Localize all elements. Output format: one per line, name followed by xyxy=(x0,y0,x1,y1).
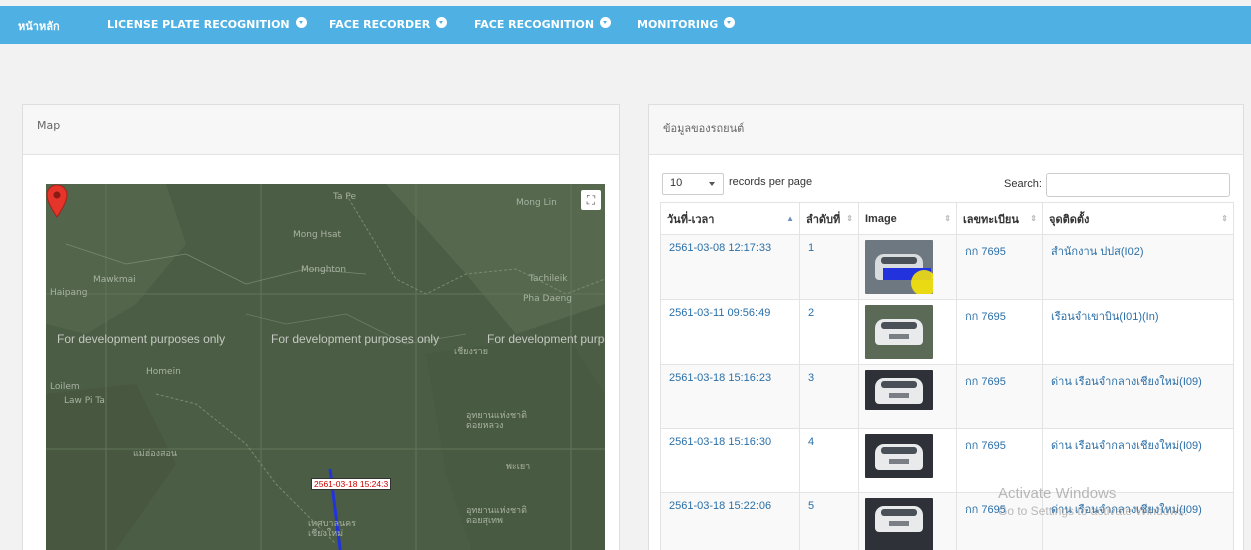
vehicle-data-panel: ข้อมูลของรถยนต์ 10 records per page Sear… xyxy=(648,104,1244,550)
cell-datetime[interactable]: 2561-03-11 09:56:49 xyxy=(660,299,800,365)
search-input[interactable] xyxy=(1046,173,1230,197)
map-marker-icon[interactable] xyxy=(46,184,68,218)
page-length-value: 10 xyxy=(670,177,683,189)
map-place-label: เทศบาลนคร เชียงใหม่ xyxy=(308,519,357,539)
map-place-label: Pha Daeng xyxy=(523,294,572,304)
fullscreen-icon[interactable]: ⛶ xyxy=(581,190,601,210)
cell-seq: 5 xyxy=(799,492,859,550)
table-row[interactable]: 2561-03-08 12:17:33 1 กก 7695 สำนักงาน ป… xyxy=(660,234,1234,300)
col-header-location[interactable]: จุดติดตั้ง ⇕ xyxy=(1042,202,1234,235)
cell-plate: กก 7695 xyxy=(956,364,1043,429)
cell-image xyxy=(858,492,957,550)
map-place-label: อุทยานแห่งชาติ ดอยสุเทพ xyxy=(466,506,527,526)
nav-license-plate-label: LICENSE PLATE RECOGNITION xyxy=(107,18,290,31)
map-place-label: Law Pi Ta xyxy=(64,396,105,406)
col-header-label: เลขทะเบียน xyxy=(963,213,1019,226)
chevron-down-icon xyxy=(600,17,612,28)
table-header-row: วันที่-เวลา ▲ ลำดับที่ ⇕ Image ⇕ เลขทะเบียน… xyxy=(660,202,1234,235)
sort-icon: ⇕ xyxy=(1221,214,1228,223)
nav-face-recognition-menu[interactable]: FACE RECOGNITION xyxy=(474,17,612,31)
nav-monitoring-menu[interactable]: MONITORING xyxy=(637,17,736,31)
map-panel-title: Map xyxy=(23,105,619,155)
chevron-down-icon xyxy=(724,17,736,28)
chevron-down-icon xyxy=(709,182,715,186)
page-length-select[interactable]: 10 xyxy=(662,173,724,195)
col-header-seq[interactable]: ลำดับที่ ⇕ xyxy=(799,202,859,235)
chevron-down-icon xyxy=(436,17,448,28)
dev-watermark-text: For development purposes only xyxy=(487,332,605,346)
cell-image xyxy=(858,299,957,365)
table-row[interactable]: 2561-03-11 09:56:49 2 กก 7695 เรือนจำเขา… xyxy=(660,299,1234,365)
vehicle-thumbnail[interactable] xyxy=(865,305,933,359)
map-view[interactable]: Ta Pe Mong Hsat Monghton Mawkmai Haipang… xyxy=(46,184,605,550)
map-panel: Map Ta Pe Mong Hsat Monghton Mawkmai Hai… xyxy=(22,104,620,550)
dev-watermark-text: For development purposes only xyxy=(271,332,440,346)
cell-image xyxy=(858,364,957,429)
map-place-label: Mawkmai xyxy=(93,275,136,285)
map-place-label: Ta Pe xyxy=(333,192,357,202)
vehicle-thumbnail[interactable] xyxy=(865,370,933,410)
map-place-label: Loilem xyxy=(50,382,80,392)
watermark-line-2: Go to Settings to activate Windows. xyxy=(998,504,1188,518)
nav-license-plate-menu[interactable]: LICENSE PLATE RECOGNITION xyxy=(107,17,307,31)
cell-image xyxy=(858,428,957,493)
watermark-line-1: Activate Windows xyxy=(998,485,1117,502)
os-activation-watermark: Activate Windows Go to Settings to activ… xyxy=(998,485,1187,518)
map-place-label: Mong Lin xyxy=(516,198,557,208)
vehicle-thumbnail[interactable] xyxy=(865,434,933,478)
table-row[interactable]: 2561-03-18 15:16:23 3 กก 7695 ด่าน เรือน… xyxy=(660,364,1234,429)
map-place-label: พะเยา xyxy=(506,462,531,472)
dev-watermark-text: For development purposes only xyxy=(57,332,226,346)
vehicle-thumbnail[interactable] xyxy=(865,498,933,550)
col-header-label: วันที่-เวลา xyxy=(667,213,715,226)
cell-plate: กก 7695 xyxy=(956,299,1043,365)
nav-monitoring-label: MONITORING xyxy=(637,18,719,31)
col-header-plate[interactable]: เลขทะเบียน ⇕ xyxy=(956,202,1043,235)
sort-icon: ⇕ xyxy=(944,214,951,223)
nav-face-recorder-label: FACE RECORDER xyxy=(329,18,431,31)
map-place-label: เชียงราย xyxy=(454,347,489,357)
table-row[interactable]: 2561-03-18 15:16:30 4 กก 7695 ด่าน เรือน… xyxy=(660,428,1234,493)
cell-seq: 2 xyxy=(799,299,859,365)
marker-label: 2561-03-18 15:24:3 xyxy=(311,478,392,490)
cell-image xyxy=(858,234,957,300)
map-place-label: อุทยานแห่งชาติ ดอยหลวง xyxy=(466,411,527,431)
cell-datetime[interactable]: 2561-03-18 15:16:30 xyxy=(660,428,800,493)
cell-plate: กก 7695 xyxy=(956,428,1043,493)
nav-home-link[interactable]: หน้าหลัก xyxy=(18,17,60,35)
cell-datetime[interactable]: 2561-03-18 15:16:23 xyxy=(660,364,800,429)
map-place-label: Haipang xyxy=(50,288,88,298)
cell-location[interactable]: ด่าน เรือนจำกลางเชียงใหม่(I09) xyxy=(1042,428,1234,493)
map-place-label: Monghton xyxy=(301,265,347,275)
col-header-label: จุดติดตั้ง xyxy=(1049,213,1090,226)
records-per-page-label: records per page xyxy=(729,176,813,188)
nav-face-recorder-menu[interactable]: FACE RECORDER xyxy=(329,17,448,31)
map-place-label: แม่ฮ่องสอน xyxy=(133,449,178,459)
cell-location[interactable]: เรือนจำเขาบิน(I01)(In) xyxy=(1042,299,1234,365)
map-place-label: Mong Hsat xyxy=(293,230,342,240)
sort-icon: ⇕ xyxy=(846,214,853,223)
map-place-label: Homein xyxy=(146,367,181,377)
col-header-label: ลำดับที่ xyxy=(806,213,841,226)
cell-location[interactable]: ด่าน เรือนจำกลางเชียงใหม่(I09) xyxy=(1042,364,1234,429)
sort-asc-icon: ▲ xyxy=(786,214,794,223)
sort-icon: ⇕ xyxy=(1030,214,1037,223)
vehicle-thumbnail[interactable] xyxy=(865,240,933,294)
col-header-image[interactable]: Image ⇕ xyxy=(858,202,957,235)
map-place-label: Tachileik xyxy=(529,274,568,284)
cell-location[interactable]: สำนักงาน ปปส(I02) xyxy=(1042,234,1234,300)
chevron-down-icon xyxy=(295,17,307,28)
col-header-label: Image xyxy=(865,212,897,225)
col-header-datetime[interactable]: วันที่-เวลา ▲ xyxy=(660,202,800,235)
cell-seq: 3 xyxy=(799,364,859,429)
nav-face-recognition-label: FACE RECOGNITION xyxy=(474,18,595,31)
vehicle-data-panel-title: ข้อมูลของรถยนต์ xyxy=(649,105,1243,155)
cell-datetime[interactable]: 2561-03-08 12:17:33 xyxy=(660,234,800,300)
cell-datetime[interactable]: 2561-03-18 15:22:06 xyxy=(660,492,800,550)
cell-plate: กก 7695 xyxy=(956,234,1043,300)
search-label: Search: xyxy=(1004,178,1042,190)
top-nav-bar: หน้าหลัก LICENSE PLATE RECOGNITION FACE … xyxy=(0,6,1251,44)
cell-seq: 1 xyxy=(799,234,859,300)
cell-seq: 4 xyxy=(799,428,859,493)
